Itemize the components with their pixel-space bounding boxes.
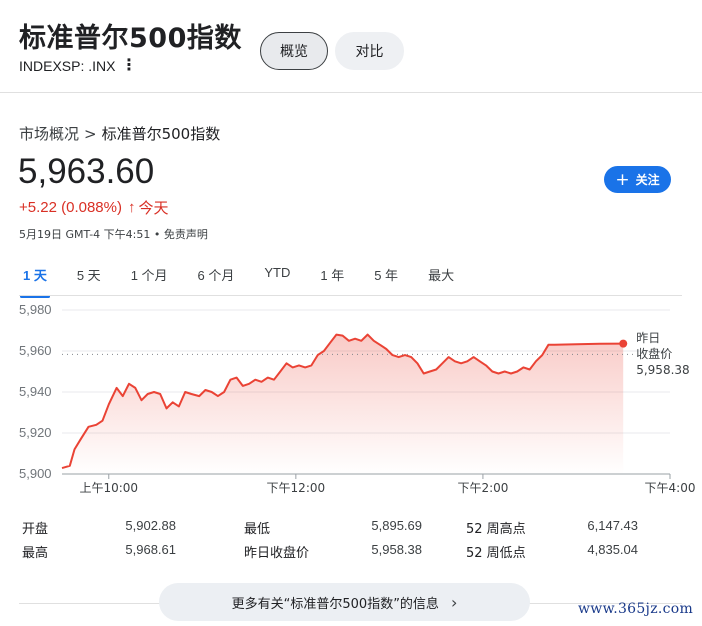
y-tick-label: 5,980	[19, 302, 52, 317]
range-tab-ytd[interactable]: YTD	[253, 259, 301, 290]
x-tick-label: 上午10:00	[79, 481, 138, 495]
x-tick-label: 下午2:00	[457, 481, 508, 495]
change-period: 今天	[138, 199, 169, 217]
series-area	[62, 334, 624, 474]
previous-close-label: 收盘价	[636, 346, 672, 361]
follow-button[interactable]: + 关注	[604, 166, 671, 193]
stat-value-high: 5,968.61	[125, 542, 176, 557]
range-tab-max[interactable]: 最大	[417, 259, 465, 290]
header: 标准普尔500指数 INDEXSP: .INX ⋮ 概览 对比	[0, 0, 702, 93]
range-tab-5y[interactable]: 5 年	[363, 259, 409, 290]
x-tick-label: 下午4:00	[645, 481, 696, 495]
stat-value-prev-close: 5,958.38	[371, 542, 422, 557]
more-info-button[interactable]: 更多有关“标准普尔500指数”的信息 ›	[159, 583, 530, 621]
ticker-symbol: INDEXSP: .INX	[19, 58, 116, 74]
previous-close-label: 昨日	[636, 331, 660, 345]
breadcrumb-current: 标准普尔500指数	[101, 125, 221, 143]
timestamp-disclaimer: 5月19日 GMT-4 下午4:51 • 免责声明	[19, 228, 208, 241]
tab-compare[interactable]: 对比	[335, 32, 404, 70]
change-value: +5.22 (0.088%)	[19, 199, 122, 216]
stat-value-open: 5,902.88	[125, 518, 176, 533]
y-tick-label: 5,920	[19, 425, 52, 440]
previous-close-label: 5,958.38	[636, 363, 689, 377]
breadcrumb-parent-link[interactable]: 市场概况	[19, 125, 79, 143]
watermark: www.365jz.com	[578, 601, 694, 617]
stat-label-open: 开盘	[22, 522, 49, 537]
breadcrumb-separator: >	[84, 125, 97, 143]
y-tick-label: 5,940	[19, 384, 52, 399]
plus-icon: +	[615, 169, 630, 190]
more-info-label: 更多有关“标准普尔500指数”的信息	[231, 596, 439, 612]
range-tab-1y[interactable]: 1 年	[309, 259, 355, 290]
last-point-marker	[619, 339, 628, 348]
arrow-up-icon: ↑	[128, 199, 136, 216]
range-tab-1m[interactable]: 1 个月	[120, 259, 179, 290]
stat-value-52w-low: 4,835.04	[587, 542, 638, 557]
chevron-right-icon: ›	[450, 592, 458, 612]
stat-label-52w-high: 52 周高点	[466, 522, 526, 537]
stat-label-low: 最低	[244, 522, 271, 537]
range-tab-6m[interactable]: 6 个月	[187, 259, 246, 290]
stat-value-low: 5,895.69	[371, 518, 422, 533]
range-tabs: 1 天 5 天 1 个月 6 个月 YTD 1 年 5 年 最大	[12, 259, 473, 298]
y-tick-label: 5,960	[19, 343, 52, 358]
follow-label: 关注	[635, 173, 660, 187]
key-stats: 开盘 5,902.88 最低 5,895.69 52 周高点 6,147.43 …	[22, 518, 662, 566]
stats-row: 最高 5,968.61 昨日收盘价 5,958.38 52 周低点 4,835.…	[22, 542, 662, 566]
current-price: 5,963.60	[18, 152, 155, 191]
price-change: +5.22 (0.088%) ↑ 今天	[19, 197, 169, 218]
range-tab-5d[interactable]: 5 天	[66, 259, 112, 290]
range-tab-1d[interactable]: 1 天	[12, 259, 58, 298]
stat-label-52w-low: 52 周低点	[466, 546, 526, 561]
y-tick-label: 5,900	[19, 466, 52, 481]
more-options-icon[interactable]: ⋮	[121, 57, 137, 73]
price-chart[interactable]: 5,980 5,960 5,940 5,920 5,900 上午10:00 下午12:00 下…	[0, 296, 702, 506]
stats-row: 开盘 5,902.88 最低 5,895.69 52 周高点 6,147.43	[22, 518, 662, 542]
stat-value-52w-high: 6,147.43	[587, 518, 638, 533]
breadcrumb: 市场概况 > 标准普尔500指数	[19, 123, 220, 144]
stat-label-prev-close: 昨日收盘价	[244, 546, 310, 561]
page-title: 标准普尔500指数	[19, 23, 242, 54]
x-tick-label: 下午12:00	[267, 481, 326, 495]
tab-overview[interactable]: 概览	[260, 32, 328, 70]
stat-label-high: 最高	[22, 546, 49, 561]
